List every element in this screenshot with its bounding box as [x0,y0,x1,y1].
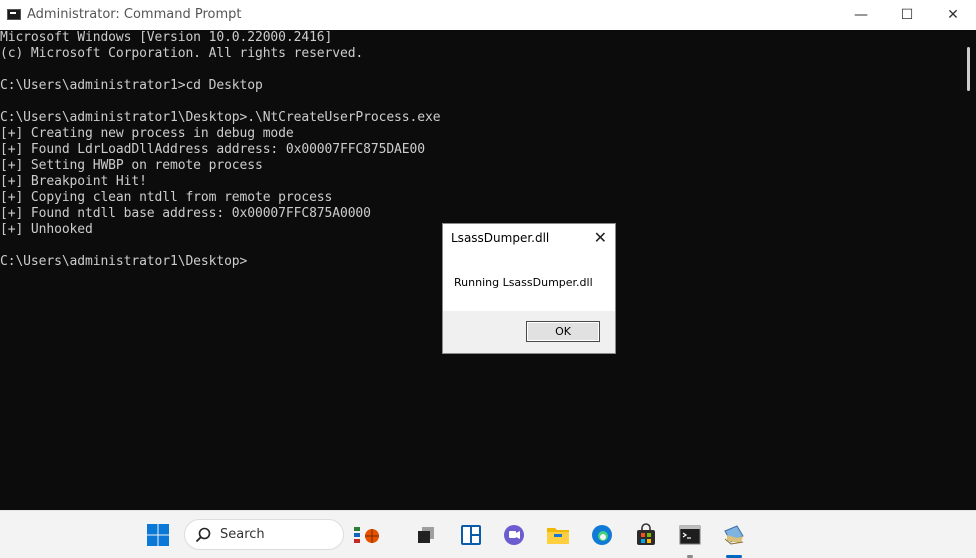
dialog-title: LsassDumper.dll [451,231,550,245]
task-view-icon[interactable] [410,519,442,551]
chat-icon[interactable] [498,519,530,551]
snap-layout-icon[interactable] [455,519,487,551]
console-line: [+] Creating new process in debug mode [0,126,294,141]
title-bar: Administrator: Command Prompt — ☐ ✕ [0,0,976,30]
search-icon [195,527,211,543]
dialog-close-button[interactable]: ✕ [594,228,607,247]
console-line: [+] Found ntdll base address: 0x00007FFC… [0,206,371,221]
console-line: [+] Unhooked [0,222,93,237]
file-explorer-icon[interactable] [542,519,574,551]
console-prompt: C:\Users\administrator1\Desktop> [0,254,248,269]
edge-icon[interactable] [586,519,618,551]
store-icon[interactable] [630,519,662,551]
taskbar: Search [0,510,976,558]
ok-button[interactable]: OK [526,321,600,342]
window-title: Administrator: Command Prompt [27,7,242,22]
console-line: [+] Found LdrLoadDllAddress address: 0x0… [0,142,425,157]
command-prompt-icon [7,9,21,20]
dialog-footer: OK [443,311,615,353]
dialog-message: Running LsassDumper.dll [454,276,593,289]
scrollbar-thumb[interactable] [967,47,970,91]
console-line: C:\Users\administrator1>cd Desktop [0,78,263,93]
console-line: C:\Users\administrator1\Desktop>.\NtCrea… [0,110,441,125]
maximize-button[interactable]: ☐ [884,0,930,30]
console-line: [+] Copying clean ntdll from remote proc… [0,190,333,205]
console-line: [+] Setting HWBP on remote process [0,158,263,173]
minimize-button[interactable]: — [838,0,884,30]
app-icon[interactable] [718,519,750,551]
vertical-scrollbar[interactable] [961,30,976,510]
widgets-icon[interactable] [350,519,382,551]
command-prompt-icon[interactable] [674,519,706,551]
console-line: [+] Breakpoint Hit! [0,174,147,189]
close-button[interactable]: ✕ [930,0,976,30]
windows-start-icon[interactable] [142,519,174,551]
search-input[interactable]: Search [184,519,344,550]
console-line: (c) Microsoft Corporation. All rights re… [0,46,364,61]
search-label: Search [220,527,265,542]
message-box: LsassDumper.dll ✕ Running LsassDumper.dl… [442,223,616,354]
console-line: Microsoft Windows [Version 10.0.22000.24… [0,30,333,45]
